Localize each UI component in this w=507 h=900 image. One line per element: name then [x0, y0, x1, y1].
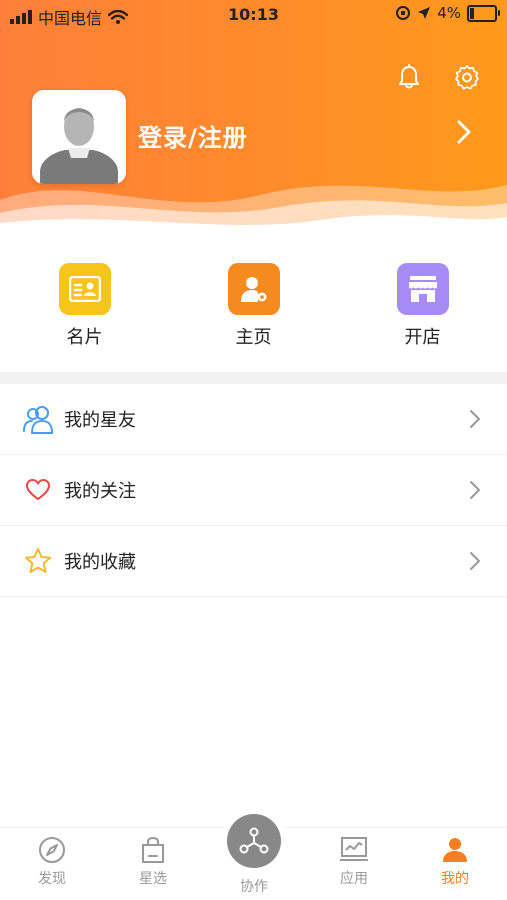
battery-percent: 4% — [437, 4, 461, 22]
quick-action-label: 开店 — [404, 327, 441, 348]
section-divider — [0, 372, 507, 384]
tab-discover[interactable]: 发现 — [12, 836, 92, 888]
menu-item-my-follows[interactable]: 我的关注 — [0, 455, 507, 526]
gear-icon — [455, 65, 479, 90]
chevron-right-icon — [470, 410, 480, 428]
settings-button[interactable] — [452, 62, 482, 92]
bottom-tab-bar: 发现 星选 协作 应用 我的 — [0, 814, 507, 900]
shopping-bag-icon — [142, 836, 164, 863]
menu-item-my-star-friends[interactable]: 我的星友 — [0, 384, 507, 455]
bell-icon — [399, 64, 419, 89]
chevron-right-icon — [470, 481, 480, 499]
menu-item-my-favorites[interactable]: 我的收藏 — [0, 526, 507, 597]
profile-icon — [443, 838, 467, 862]
store-icon — [396, 263, 449, 315]
menu-item-label: 我的收藏 — [64, 552, 136, 573]
profile-header: 中国电信 10:13 4% 登录/注册 — [0, 0, 507, 235]
notifications-button[interactable] — [394, 62, 424, 92]
login-register-link[interactable]: 登录/注册 — [138, 118, 248, 153]
tab-label: 我的 — [441, 871, 469, 887]
avatar-placeholder-icon — [32, 90, 126, 184]
compass-icon — [39, 837, 65, 863]
tab-label: 发现 — [38, 871, 66, 887]
quick-action-card[interactable]: 名片 — [5, 250, 165, 360]
heart-icon — [22, 474, 54, 506]
homepage-user-gear-icon — [227, 263, 280, 315]
status-bar: 中国电信 10:13 4% — [0, 0, 507, 30]
collaboration-icon — [239, 827, 269, 854]
menu-item-label: 我的关注 — [64, 481, 136, 502]
header-actions — [394, 62, 482, 92]
chevron-right-icon[interactable] — [451, 117, 477, 147]
profile-menu-list: 我的星友 我的关注 我的收藏 — [0, 384, 507, 597]
tab-label: 应用 — [340, 871, 368, 887]
monitor-chart-icon — [340, 837, 368, 861]
location-arrow-icon — [418, 7, 431, 19]
friends-icon — [22, 403, 54, 435]
battery-icon — [467, 4, 500, 22]
status-right: 4% — [395, 4, 500, 22]
quick-action-open-store[interactable]: 开店 — [343, 250, 503, 360]
menu-item-label: 我的星友 — [64, 410, 136, 431]
orientation-lock-icon — [396, 6, 411, 20]
tab-label: 星选 — [139, 871, 167, 887]
quick-action-label: 名片 — [66, 327, 103, 348]
tab-apps[interactable]: 应用 — [314, 836, 394, 888]
tab-label: 协作 — [240, 879, 268, 895]
quick-action-homepage[interactable]: 主页 — [174, 250, 334, 360]
chevron-right-icon — [470, 552, 480, 570]
tab-star-select[interactable]: 星选 — [113, 836, 193, 888]
tab-collaborate[interactable] — [227, 814, 281, 868]
avatar[interactable] — [32, 90, 126, 184]
app-root: 中国电信 10:13 4% 登录/注册 名片 主页 开店 我的星友 我的关注 我… — [0, 0, 507, 900]
tab-mine[interactable]: 我的 — [415, 836, 495, 888]
star-icon — [22, 545, 54, 577]
quick-action-label: 主页 — [235, 327, 272, 348]
quick-actions: 名片 主页 开店 — [0, 250, 507, 360]
card-icon — [58, 263, 111, 315]
